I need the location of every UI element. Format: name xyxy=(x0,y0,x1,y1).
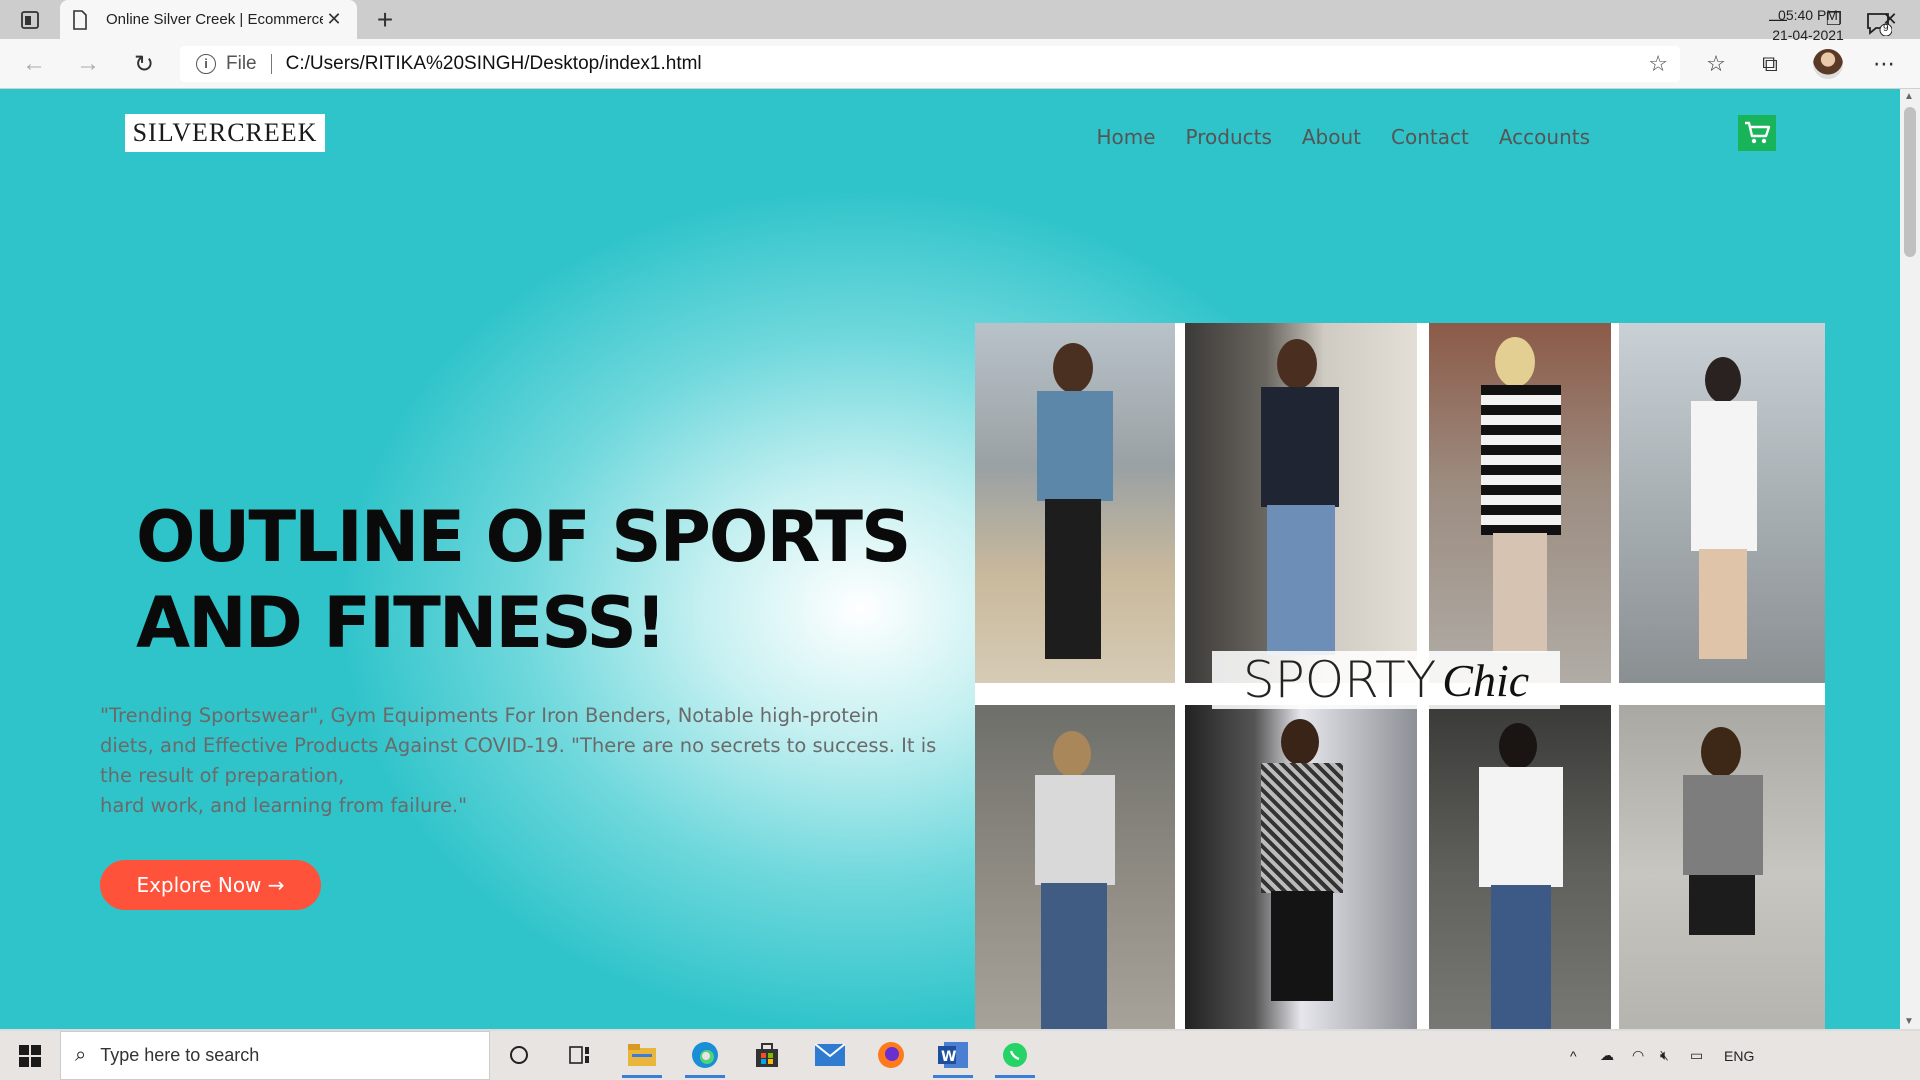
tab-actions-icon[interactable] xyxy=(14,8,46,32)
notification-count: 9 xyxy=(1883,23,1889,34)
store-icon[interactable] xyxy=(745,1035,789,1075)
back-button[interactable]: ← xyxy=(18,48,50,80)
close-tab-icon[interactable]: ✕ xyxy=(323,9,345,30)
scrollbar-thumb[interactable] xyxy=(1904,107,1916,257)
firefox-icon[interactable] xyxy=(869,1035,913,1075)
hero-description: "Trending Sportswear", Gym Equipments Fo… xyxy=(100,701,950,821)
system-clock[interactable]: 05:40 PM 21-04-2021 xyxy=(1768,5,1848,45)
cortana-icon[interactable] xyxy=(497,1035,541,1075)
mail-icon[interactable] xyxy=(808,1035,852,1075)
url-text: C:/Users/RITIKA%20SINGH/Desktop/index1.h… xyxy=(285,53,702,74)
page-scrollbar[interactable]: ▲ ▼ xyxy=(1900,89,1920,1029)
explore-now-button[interactable]: Explore Now → xyxy=(100,860,321,910)
description-line-1: "Trending Sportswear", Gym Equipments Fo… xyxy=(100,704,879,727)
word-icon[interactable]: W xyxy=(931,1035,975,1078)
document-icon xyxy=(72,9,92,30)
refresh-button[interactable]: ↻ xyxy=(128,48,160,80)
taskbar-search-input[interactable]: ⌕ Type here to search xyxy=(60,1031,490,1080)
notification-center-icon[interactable]: 9 xyxy=(1866,12,1893,37)
scroll-down-icon[interactable]: ▼ xyxy=(1904,1016,1914,1027)
description-line-4: hard work, and learning from failure." xyxy=(100,794,468,817)
edge-browser-icon[interactable] xyxy=(683,1035,727,1078)
cart-icon[interactable] xyxy=(1738,115,1776,151)
main-nav: Home Products About Contact Accounts xyxy=(1066,125,1590,149)
description-line-3: the result of preparation, xyxy=(100,764,345,787)
profile-avatar[interactable] xyxy=(1812,48,1844,80)
address-bar-row: ← → ↻ i File C:/Users/RITIKA%20SINGH/Des… xyxy=(0,39,1920,89)
address-prefix: File xyxy=(226,53,257,74)
site-info-icon[interactable]: i xyxy=(196,54,216,74)
task-view-icon[interactable] xyxy=(558,1035,602,1075)
site-logo[interactable]: SILVERCREEK xyxy=(125,114,325,152)
headline-line-2: AND FITNESS! xyxy=(136,582,667,664)
collage-photo-3 xyxy=(1429,323,1611,683)
forward-button[interactable]: → xyxy=(72,48,104,80)
scroll-up-icon[interactable]: ▲ xyxy=(1904,91,1914,102)
browser-tab-active[interactable]: Online Silver Creek | Ecommerce ✕ xyxy=(60,0,357,39)
address-input[interactable]: i File C:/Users/RITIKA%20SINGH/Desktop/i… xyxy=(180,46,1680,82)
collections-icon[interactable]: ⧉ xyxy=(1754,48,1786,80)
tray-overflow-icon[interactable]: ^ xyxy=(1570,1031,1577,1080)
onedrive-icon[interactable]: ☁ xyxy=(1600,1031,1614,1080)
language-indicator[interactable]: ENG xyxy=(1724,1031,1754,1080)
web-page: SILVERCREEK Home Products About Contact … xyxy=(0,89,1900,1029)
collage-photo-7 xyxy=(1429,705,1611,1029)
collage-photo-8 xyxy=(1619,705,1825,1029)
sporty-chic-collage: SPORTY Chic xyxy=(975,323,1825,1029)
svg-text:W: W xyxy=(941,1049,956,1065)
search-icon: ⌕ xyxy=(75,1044,87,1066)
clock-time: 05:40 PM xyxy=(1778,7,1838,23)
description-line-2: diets, and Effective Products Against CO… xyxy=(100,734,937,757)
favorites-icon[interactable]: ☆ xyxy=(1700,48,1732,80)
collage-photo-1 xyxy=(975,323,1175,683)
file-explorer-icon[interactable] xyxy=(620,1035,664,1078)
collage-photo-4 xyxy=(1619,323,1825,683)
nav-contact[interactable]: Contact xyxy=(1391,125,1469,149)
nav-accounts[interactable]: Accounts xyxy=(1499,125,1590,149)
headline-line-1: OUTLINE OF SPORTS xyxy=(136,496,911,578)
windows-start-icon[interactable] xyxy=(0,1031,60,1080)
nav-about[interactable]: About xyxy=(1302,125,1361,149)
wifi-icon[interactable]: ◠ xyxy=(1632,1031,1644,1080)
new-tab-button[interactable]: + xyxy=(370,4,400,36)
nav-products[interactable]: Products xyxy=(1186,125,1272,149)
banner-word-chic: Chic xyxy=(1442,654,1530,706)
search-placeholder: Type here to search xyxy=(100,1045,260,1065)
hero-headline: OUTLINE OF SPORTS AND FITNESS! xyxy=(136,494,936,666)
collage-photo-5 xyxy=(975,705,1175,1029)
banner-word-sporty: SPORTY xyxy=(1242,651,1437,709)
tab-title: Online Silver Creek | Ecommerce xyxy=(106,11,323,28)
nav-home[interactable]: Home xyxy=(1096,125,1155,149)
volume-muted-icon[interactable]: 🔇︎ xyxy=(1660,1031,1669,1080)
battery-icon[interactable]: ▭ xyxy=(1690,1031,1703,1080)
whatsapp-icon[interactable] xyxy=(993,1035,1037,1078)
more-options-icon[interactable]: ⋯ xyxy=(1868,48,1900,80)
address-separator xyxy=(270,54,272,74)
collage-photo-2 xyxy=(1185,323,1417,683)
collage-photo-6 xyxy=(1185,705,1417,1029)
clock-date: 21-04-2021 xyxy=(1772,27,1844,43)
sporty-chic-banner: SPORTY Chic xyxy=(1212,651,1560,709)
add-favorite-icon[interactable]: ☆ xyxy=(1648,51,1668,77)
tab-bar: Online Silver Creek | Ecommerce ✕ + — ❐ … xyxy=(0,0,1920,39)
